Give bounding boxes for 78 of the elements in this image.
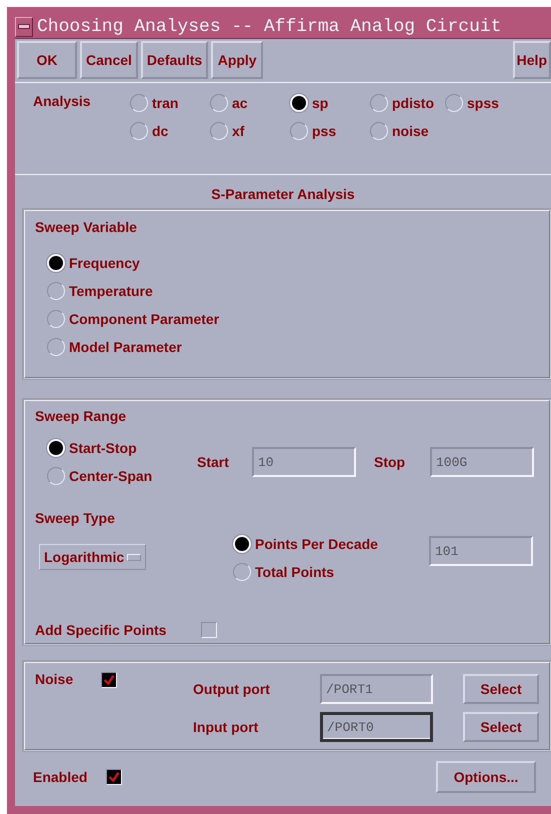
option-label: noise — [392, 123, 429, 139]
port-field[interactable]: /PORT1 — [320, 674, 433, 704]
option-label: dc — [152, 123, 168, 139]
help-button[interactable]: Help — [512, 41, 551, 79]
option-label: Start-Stop — [69, 440, 137, 456]
radio-button[interactable] — [47, 338, 65, 356]
radio-button[interactable] — [130, 94, 148, 112]
stop-field[interactable]: 100G — [430, 447, 534, 477]
radio-button[interactable] — [210, 94, 228, 112]
option-label: pss — [312, 123, 336, 139]
radio-button[interactable] — [47, 310, 65, 328]
section-title: S-Parameter Analysis — [210, 185, 356, 204]
checkbox[interactable] — [101, 672, 117, 688]
port-field[interactable]: /PORT0 — [320, 712, 433, 742]
analysis-option[interactable]: dc — [130, 121, 210, 141]
group-title: Sweep Range — [35, 408, 126, 424]
radio-button[interactable] — [130, 122, 148, 140]
analysis-option[interactable]: sp — [290, 93, 370, 113]
start-field[interactable]: 10 — [252, 447, 356, 477]
sweep-variable-option[interactable]: Frequency — [47, 253, 549, 273]
option-label: ac — [232, 95, 248, 111]
analysis-option[interactable]: xf — [210, 121, 290, 141]
radio-button[interactable] — [290, 122, 308, 140]
toolbar-button[interactable]: OK — [17, 41, 77, 79]
toolbar-button[interactable]: Cancel — [80, 41, 138, 79]
option-label: Temperature — [69, 283, 153, 299]
port-label: Input port — [193, 719, 260, 735]
analysis-option[interactable]: noise — [370, 121, 445, 141]
checkbox[interactable] — [201, 622, 217, 638]
analysis-option[interactable]: spss — [445, 93, 525, 113]
analysis-label: Analysis — [33, 93, 92, 111]
option-label: Total Points — [255, 564, 334, 580]
option-label: Component Parameter — [69, 311, 220, 327]
points-option[interactable]: Points Per Decade — [233, 534, 429, 554]
enabled-label: Enabled — [33, 769, 88, 785]
sweep-range-option[interactable]: Center-Span — [47, 466, 197, 486]
group-title: Sweep Type — [35, 510, 115, 526]
sweep-variable-option[interactable]: Model Parameter — [47, 337, 549, 357]
toolbar-button[interactable]: Apply — [211, 41, 264, 79]
option-label: sp — [312, 95, 328, 111]
radio-button[interactable] — [233, 563, 251, 581]
radio-button[interactable] — [370, 94, 388, 112]
noise-label: Noise — [35, 671, 74, 687]
option-label: pdisto — [392, 95, 434, 111]
window-menu-button[interactable] — [15, 16, 33, 36]
group-title: Sweep Variable — [35, 219, 137, 235]
analysis-option[interactable]: pss — [290, 121, 370, 141]
points-option[interactable]: Total Points — [233, 562, 429, 582]
select-button[interactable]: Select — [463, 712, 539, 742]
sweep-variable-option[interactable]: Temperature — [47, 281, 549, 301]
radio-button[interactable] — [445, 94, 463, 112]
sweep-type-dropdown[interactable]: Logarithmic — [39, 544, 146, 570]
radio-button[interactable] — [210, 122, 228, 140]
radio-button[interactable] — [47, 282, 65, 300]
toolbar-button[interactable]: Defaults — [140, 41, 208, 79]
select-button[interactable]: Select — [463, 674, 539, 704]
analysis-option[interactable]: ac — [210, 93, 290, 113]
option-label: Model Parameter — [69, 339, 182, 355]
option-label: tran — [152, 95, 178, 111]
radio-button[interactable] — [370, 122, 388, 140]
options-button[interactable]: Options... — [436, 761, 536, 793]
sweep-range-option[interactable]: Start-Stop — [47, 438, 197, 458]
points-field[interactable]: 101 — [429, 536, 533, 566]
option-label: Frequency — [69, 255, 140, 271]
port-label: Output port — [193, 681, 271, 697]
option-label: spss — [467, 95, 499, 111]
start-label: Start — [197, 454, 230, 470]
add-points-label: Add Specific Points — [35, 622, 168, 638]
analysis-option[interactable]: tran — [130, 93, 210, 113]
stop-label: Stop — [374, 454, 406, 470]
analysis-option[interactable]: pdisto — [370, 93, 445, 113]
sweep-variable-option[interactable]: Component Parameter — [47, 309, 549, 329]
option-label: Points Per Decade — [255, 536, 378, 552]
option-label: Center-Span — [69, 468, 152, 484]
window-title: Choosing Analyses -- Affirma Analog Circuit — [37, 16, 502, 36]
checkbox[interactable] — [106, 769, 122, 785]
radio-button[interactable] — [47, 467, 65, 485]
option-label: xf — [232, 123, 244, 139]
